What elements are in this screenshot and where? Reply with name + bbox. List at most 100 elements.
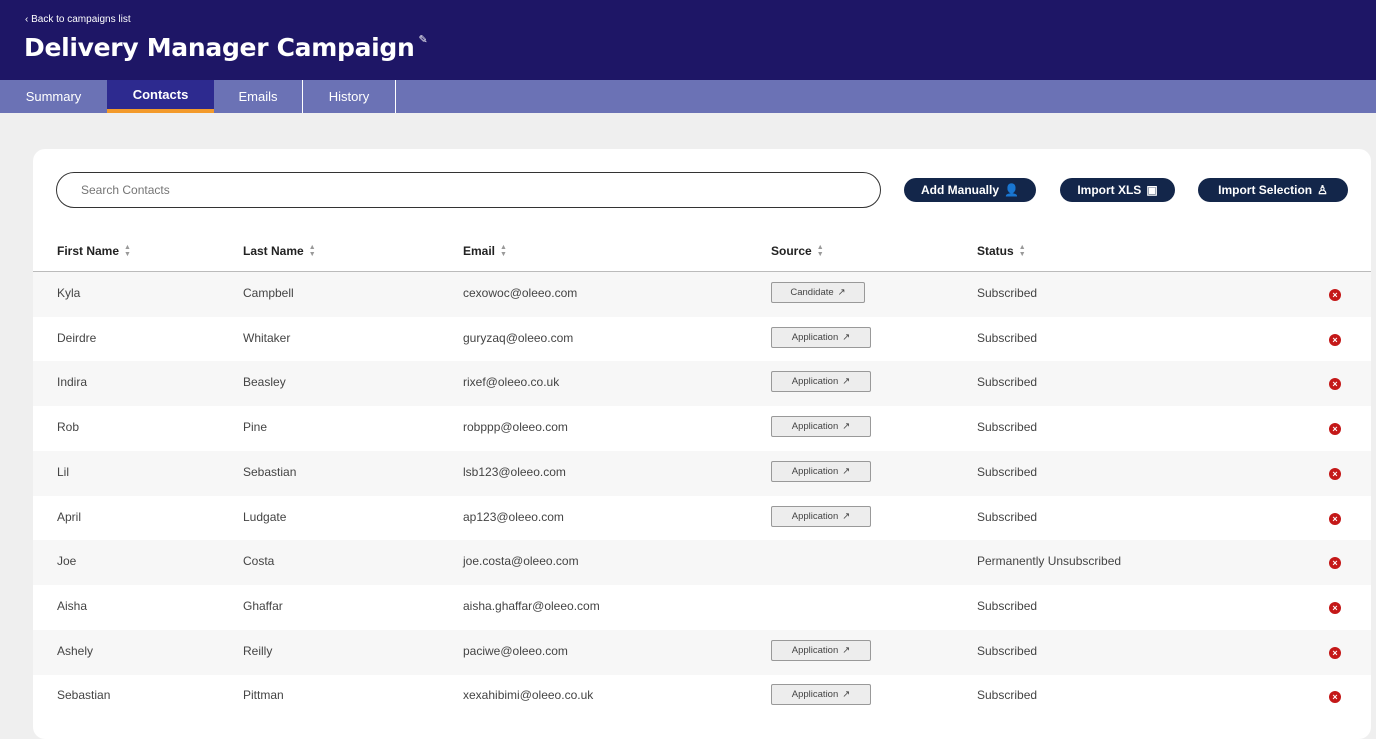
first-name-cell: Indira (57, 375, 88, 390)
status-cell: Subscribed (977, 420, 1038, 435)
source-label: Application (791, 376, 839, 388)
import-xls-button[interactable]: Import XLS ▣ (1060, 178, 1175, 202)
table-row: Sebastian Pittman xexahibimi@oleeo.co.uk… (33, 674, 1371, 719)
import-selection-button[interactable]: Import Selection ♙ (1198, 178, 1348, 202)
page-title: Delivery Manager Campaign ✎ (24, 33, 428, 62)
first-name-cell: Joe (57, 554, 77, 569)
external-link-icon: ↗ (842, 510, 851, 522)
column-header-email[interactable]: Email ▲ ▼ (463, 244, 507, 258)
remove-contact-icon[interactable]: × (1329, 557, 1341, 570)
last-name-cell: Ghaffar (243, 598, 283, 613)
tab-summary[interactable]: Summary (0, 80, 107, 113)
source-link-button[interactable]: Application ↗ (771, 505, 871, 527)
first-name-cell: Sebastian (57, 688, 111, 703)
status-cell: Subscribed (977, 509, 1038, 524)
external-link-icon: ↗ (842, 689, 851, 701)
status-cell: Subscribed (977, 286, 1038, 300)
last-name-cell: Sebastian (243, 464, 297, 479)
source-link-button[interactable]: Application ↗ (771, 416, 871, 438)
email-cell: guryzaq@oleeo.com (463, 330, 574, 345)
tab-bar: Summary Contacts Emails History (0, 80, 1376, 113)
column-label: First Name (57, 244, 120, 258)
table-row: Rob Pine robppp@oleeo.com Application ↗ Sub… (33, 406, 1371, 451)
tab-emails[interactable]: Emails (214, 80, 303, 113)
source-label: Application (791, 465, 839, 477)
external-link-icon: ↗ (837, 287, 846, 298)
remove-contact-icon[interactable]: × (1329, 333, 1341, 346)
column-label: Email (463, 244, 496, 258)
status-cell: Subscribed (977, 688, 1038, 703)
remove-contact-icon[interactable]: × (1329, 512, 1341, 525)
status-cell: Subscribed (977, 375, 1038, 390)
remove-contact-icon[interactable]: × (1329, 378, 1341, 391)
email-cell: aisha.ghaffar@oleeo.com (463, 598, 600, 613)
sort-icon: ▲ ▼ (124, 244, 131, 258)
email-cell: xexahibimi@oleeo.co.uk (463, 688, 594, 703)
remove-contact-icon[interactable]: × (1329, 691, 1341, 704)
sort-icon: ▲ ▼ (1018, 244, 1026, 258)
source-link-button[interactable]: Application ↗ (771, 460, 871, 482)
last-name-cell: Campbell (243, 286, 294, 300)
page-header: ‹ Back to campaigns list Delivery Manage… (0, 0, 1376, 80)
source-link-button[interactable]: Application ↗ (771, 639, 871, 661)
search-contacts-input[interactable] (56, 172, 881, 208)
tab-history[interactable]: History (303, 80, 396, 113)
remove-contact-icon[interactable]: × (1329, 467, 1341, 480)
remove-contact-icon[interactable]: × (1329, 423, 1341, 436)
import-selection-label: Import Selection (1218, 183, 1313, 197)
first-name-cell: Lil (57, 464, 70, 479)
status-cell: Subscribed (977, 643, 1038, 658)
back-to-campaigns-link[interactable]: ‹ Back to campaigns list (25, 14, 131, 25)
source-label: Candidate (790, 287, 834, 298)
table-row: Aisha Ghaffar aisha.ghaffar@oleeo.com Sub… (33, 585, 1371, 630)
source-label: Application (791, 421, 839, 433)
first-name-cell: Aisha (57, 598, 88, 613)
add-manually-label: Add Manually (921, 183, 1000, 197)
source-label: Application (791, 644, 839, 656)
column-header-first-name[interactable]: First Name ▲ ▼ (57, 244, 131, 258)
remove-contact-icon[interactable]: × (1329, 646, 1341, 659)
status-cell: Subscribed (977, 598, 1038, 613)
source-link-button[interactable]: Application ↗ (771, 326, 871, 348)
last-name-cell: Whitaker (243, 330, 291, 345)
table-row: April Ludgate ap123@oleeo.com Application… (33, 496, 1371, 541)
status-cell: Subscribed (977, 464, 1038, 479)
excel-file-icon: ▣ (1146, 183, 1158, 197)
tab-contacts[interactable]: Contacts (107, 80, 214, 113)
source-label: Application (791, 689, 839, 701)
last-name-cell: Beasley (243, 375, 286, 390)
email-cell: ap123@oleeo.com (463, 509, 564, 524)
column-header-source[interactable]: Source ▲ ▼ (771, 244, 824, 258)
campaign-title: Delivery Manager Campaign (24, 33, 415, 62)
external-link-icon: ↗ (842, 465, 851, 477)
table-row: Deirdre Whitaker guryzaq@oleeo.com Applic… (33, 317, 1371, 362)
column-header-status[interactable]: Status ▲ ▼ (977, 244, 1026, 258)
source-link-button[interactable]: Application ↗ (771, 684, 871, 706)
sort-icon: ▲ ▼ (500, 244, 507, 258)
email-cell: cexowoc@oleeo.com (463, 286, 578, 300)
source-link-button[interactable]: Candidate ↗ (771, 282, 865, 303)
add-manually-button[interactable]: Add Manually 👤 (904, 178, 1036, 202)
remove-contact-icon[interactable]: × (1329, 289, 1341, 301)
remove-contact-icon[interactable]: × (1329, 601, 1341, 614)
external-link-icon: ↗ (842, 421, 851, 433)
table-row: Kyla Campbell cexowoc@oleeo.com Candidate… (33, 272, 1371, 317)
import-xls-label: Import XLS (1077, 183, 1142, 197)
add-user-icon: 👤 (1004, 183, 1019, 197)
email-cell: rixef@oleeo.co.uk (463, 375, 560, 390)
email-cell: lsb123@oleeo.com (463, 464, 566, 479)
first-name-cell: Rob (57, 420, 80, 435)
column-header-last-name[interactable]: Last Name ▲ ▼ (243, 244, 316, 258)
edit-icon[interactable]: ✎ (419, 33, 428, 46)
user-icon: ♙ (1317, 183, 1328, 197)
email-cell: paciwe@oleeo.com (463, 643, 568, 658)
first-name-cell: Deirdre (57, 330, 97, 345)
email-cell: joe.costa@oleeo.com (463, 554, 579, 569)
source-link-button[interactable]: Application ↗ (771, 371, 871, 393)
status-cell: Permanently Unsubscribed (977, 554, 1122, 569)
column-label: Status (977, 244, 1014, 258)
contacts-card: Add Manually 👤 Import XLS ▣ Import Selecti… (33, 149, 1371, 739)
external-link-icon: ↗ (842, 376, 851, 388)
first-name-cell: Ashely (57, 643, 94, 658)
last-name-cell: Reilly (243, 643, 273, 658)
